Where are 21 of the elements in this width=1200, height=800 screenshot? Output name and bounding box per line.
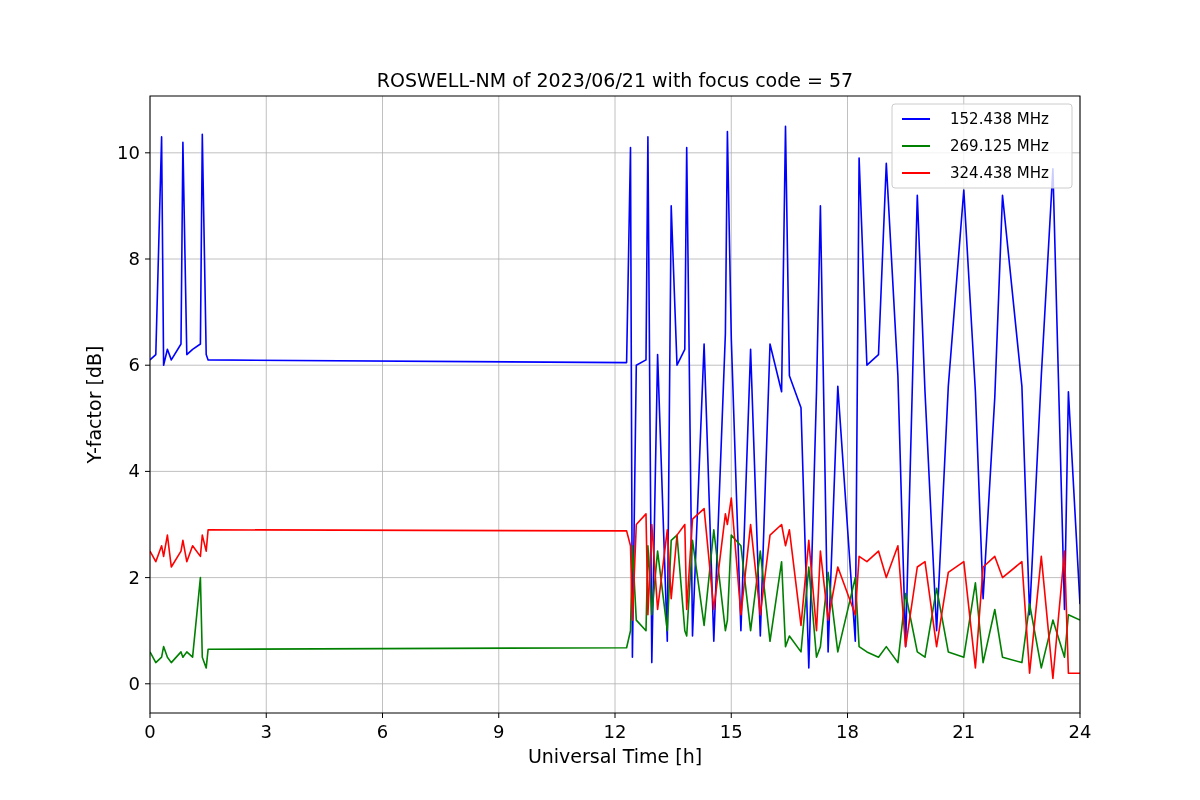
tick-label: 21 [952,721,976,742]
tick-label: 10 [117,141,140,163]
tick-label: 9 [493,721,505,742]
axis-label: Y-factor [dB] [83,345,105,464]
tick-label: 0 [144,721,156,742]
legend-label: 152.438 MHz [950,110,1049,128]
axis-label: Universal Time [h] [527,745,703,767]
legend-label: 269.125 MHz [950,137,1049,155]
tick-label: 0 [128,672,140,694]
legend-label: 324.438 MHz [950,164,1049,182]
tick-label: 3 [260,721,272,742]
tick-label: 8 [128,248,140,269]
tick-label: 6 [376,721,389,742]
tick-label: 4 [128,460,140,482]
tick-label: 12 [603,721,627,742]
tick-label: 15 [719,721,743,742]
tick-label: 24 [1068,721,1092,742]
chart-title: ROSWELL-NM of 2023/06/21 with focus code = 57 [376,69,854,91]
tick-label: 6 [128,354,140,376]
tick-label: 18 [836,721,859,742]
tick-label: 2 [128,566,140,588]
